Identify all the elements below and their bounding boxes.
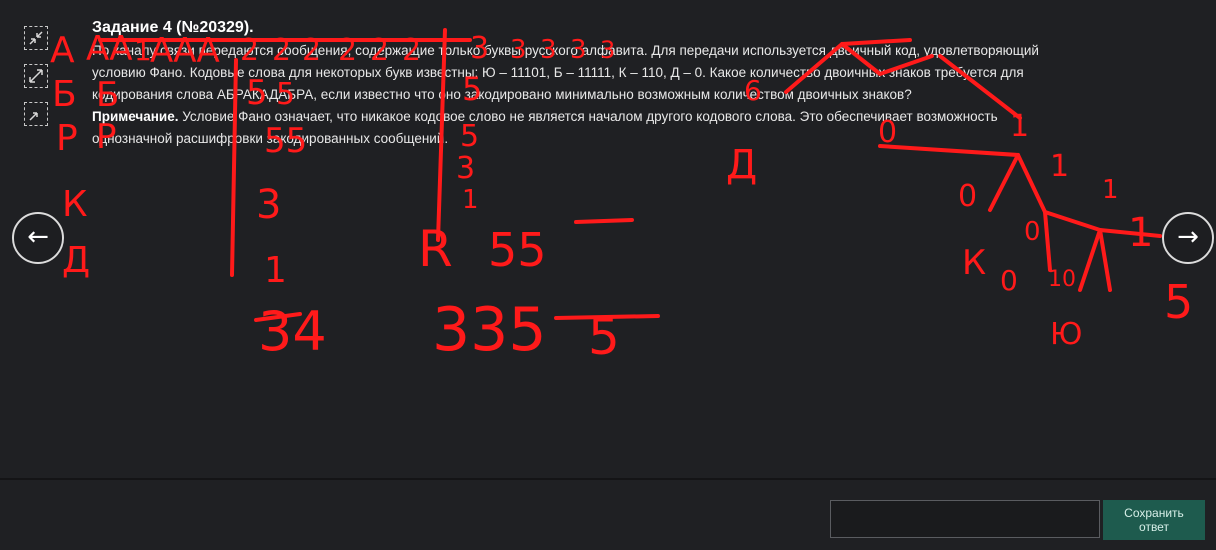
hw-tree-0d: 0 [1000, 264, 1018, 297]
hw-tree-1c: 1 [1102, 175, 1119, 205]
hw-col2-1: 1 [264, 250, 287, 291]
divider [0, 478, 1216, 480]
hw-tree-1b: 1 [1050, 149, 1069, 184]
hw-letter-d: Д [62, 240, 90, 281]
hw-col3-1: 1 [462, 185, 479, 215]
task-text-line-2: условию Фано. Кодовые слова для некоторы… [92, 65, 1024, 80]
hw-tree-0c: 0 [1024, 217, 1041, 247]
prev-arrow-button[interactable]: ← [12, 212, 64, 264]
expand-icon[interactable] [24, 64, 48, 88]
task-note: Примечание. Условие Фано означает, что н… [92, 106, 1134, 128]
collapse-icon[interactable] [24, 26, 48, 50]
hw-col3-3: 3 [456, 151, 475, 186]
answer-input[interactable] [830, 500, 1100, 538]
save-answer-button[interactable]: Сохранить ответ [1103, 500, 1205, 540]
hw-r: R [418, 220, 453, 278]
next-arrow-button[interactable]: → [1162, 212, 1214, 264]
hw-tree-yu: Ю [1050, 317, 1082, 352]
note-text: Условие Фано означает, что никакое кодов… [178, 109, 998, 124]
hw-bottom-335: 335 [432, 295, 547, 365]
task-page: Задание 4 (№20329). По каналу связи пере… [0, 0, 1216, 550]
hw-bottom-5: 5 [588, 308, 620, 366]
hw-col2-3: 3 [256, 182, 281, 228]
hw-tree-k: К [962, 243, 986, 283]
task-text-line-3: кодирования слова АБРАКАДАБРА, если изве… [92, 87, 912, 102]
task-text-line-1: По каналу связи передаются сообщения, со… [92, 43, 1039, 58]
hw-letter-a: А [50, 30, 75, 71]
task-note-line-2: однозначной расшифровки закодированных с… [92, 131, 449, 146]
note-label: Примечание. [92, 109, 179, 124]
task-title: Задание 4 (№20329). [92, 19, 254, 36]
shrink-icon[interactable] [24, 102, 48, 126]
hw-tree-5: 5 [1164, 275, 1193, 329]
hw-tree-0b: 0 [958, 179, 977, 214]
hw-tree-1d: 1 [1128, 210, 1153, 256]
hw-letter-k: К [62, 184, 88, 225]
task-body: Задание 4 (№20329). По каналу связи пере… [92, 18, 1134, 150]
hw-r-55: 55 [488, 223, 547, 277]
hw-tree-10: 10 [1048, 267, 1076, 292]
hw-bottom-34: 34 [258, 300, 327, 363]
hw-letter-r: Р [56, 118, 78, 159]
hw-letter-b: Б [52, 74, 77, 115]
toolbar [24, 26, 52, 140]
